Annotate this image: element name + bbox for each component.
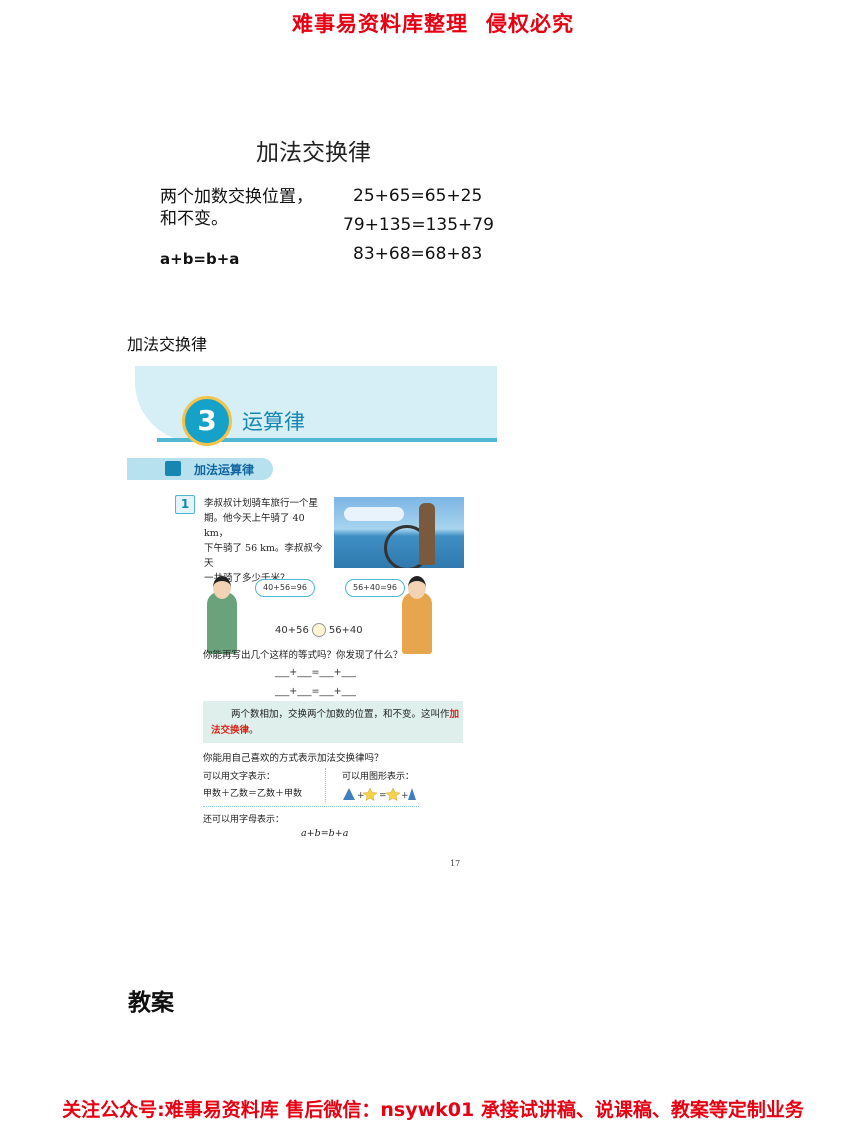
example-equation: 79+135=135+79 [343, 215, 494, 235]
rule-end: 。 [249, 725, 259, 736]
cyclist-photo [334, 497, 464, 568]
comparison: 40+56 56+40 [275, 623, 363, 637]
divider [203, 806, 419, 807]
problem-line: 下午骑了 56 km。李叔叔今天 [204, 543, 323, 569]
unit-header: 3 运算律 [127, 366, 497, 446]
rule-statement: 两个加数交换位置， 和不变。 [160, 186, 313, 230]
lesson-plan-heading: 教案 [128, 989, 174, 1016]
triangle-star-icon: + = + [343, 786, 416, 801]
blank-equation: ___+___=___+___ [275, 686, 356, 697]
problem-line: 李叔叔计划骑车旅行一个星 [204, 498, 319, 509]
topic-label: 加法运算律 [194, 463, 255, 477]
blank-circle-icon [311, 623, 326, 637]
girl-illustration [402, 576, 432, 654]
shapes-label: 可以用图形表示： [342, 772, 415, 782]
example-equation: 83+68=68+83 [353, 244, 483, 264]
footer-banner: 关注公众号:难事易资料库 售后微信：nsywk01 承接试讲稿、说课稿、教案等定… [62, 1099, 804, 1121]
rule-line-1: 两个加数交换位置， [160, 187, 313, 207]
header-banner-right: 侵权必究 [486, 12, 574, 36]
rule-text: 两个数相加，交换两个加数的位置，和不变。这叫作 [231, 709, 450, 720]
words-label: 可以用文字表示： [203, 772, 276, 782]
textbook-page-image: 3 运算律 加法运算律 1 李叔叔计划骑车旅行一个星 期。他今天上午骑了 40 … [127, 366, 497, 876]
question-1: 你能再写出几个这样的等式吗？你发现了什么？ [203, 650, 403, 661]
problem-line: 期。他今天上午骑了 40 km， [204, 513, 305, 539]
rule-formula: a+b=b+a [160, 250, 240, 268]
words-expression: 甲数＋乙数＝乙数＋甲数 [203, 789, 303, 799]
compare-right: 56+40 [328, 625, 363, 636]
header-banner: 难事易资料库整理 侵权必究 [0, 8, 866, 38]
letters-label: 还可以用字母表示： [203, 815, 285, 825]
page-number: 17 [450, 859, 461, 868]
exercise-number: 1 [175, 495, 195, 514]
problem-text: 李叔叔计划骑车旅行一个星 期。他今天上午骑了 40 km， 下午骑了 56 km… [204, 496, 329, 586]
speech-bubble-boy: 40+56=96 [255, 579, 315, 597]
svg-text:+: + [401, 791, 409, 801]
unit-number-badge: 3 [182, 396, 232, 446]
header-banner-left: 难事易资料库整理 [292, 12, 468, 36]
rule-line-2: 和不变。 [160, 209, 228, 229]
blank-equation: ___+___=___+___ [275, 667, 356, 678]
compare-left: 40+56 [275, 625, 309, 636]
topic-bar: 加法运算律 [127, 458, 273, 480]
unit-title: 运算律 [242, 410, 305, 434]
question-2: 你能用自己喜欢的方式表示加法交换律吗？ [203, 753, 384, 764]
speech-bubble-girl: 56+40=96 [345, 579, 405, 597]
letters-expression: a+b=b+a [301, 828, 349, 839]
slide-title: 加法交换律 [256, 140, 371, 166]
svg-text:+: + [357, 791, 365, 801]
divider [325, 768, 326, 802]
shapes-expression: + = + [342, 786, 416, 803]
words-representation: 可以用文字表示： 甲数＋乙数＝乙数＋甲数 [203, 769, 302, 803]
book-icon [165, 461, 181, 476]
shapes-representation: 可以用图形表示： + = + [342, 769, 416, 803]
svg-text:=: = [379, 791, 387, 801]
section-caption: 加法交换律 [127, 335, 208, 354]
example-equation: 25+65=65+25 [353, 186, 483, 206]
rule-box: 两个数相加，交换两个加数的位置，和不变。这叫作加法交换律。 [203, 701, 463, 743]
boy-illustration [207, 576, 237, 654]
